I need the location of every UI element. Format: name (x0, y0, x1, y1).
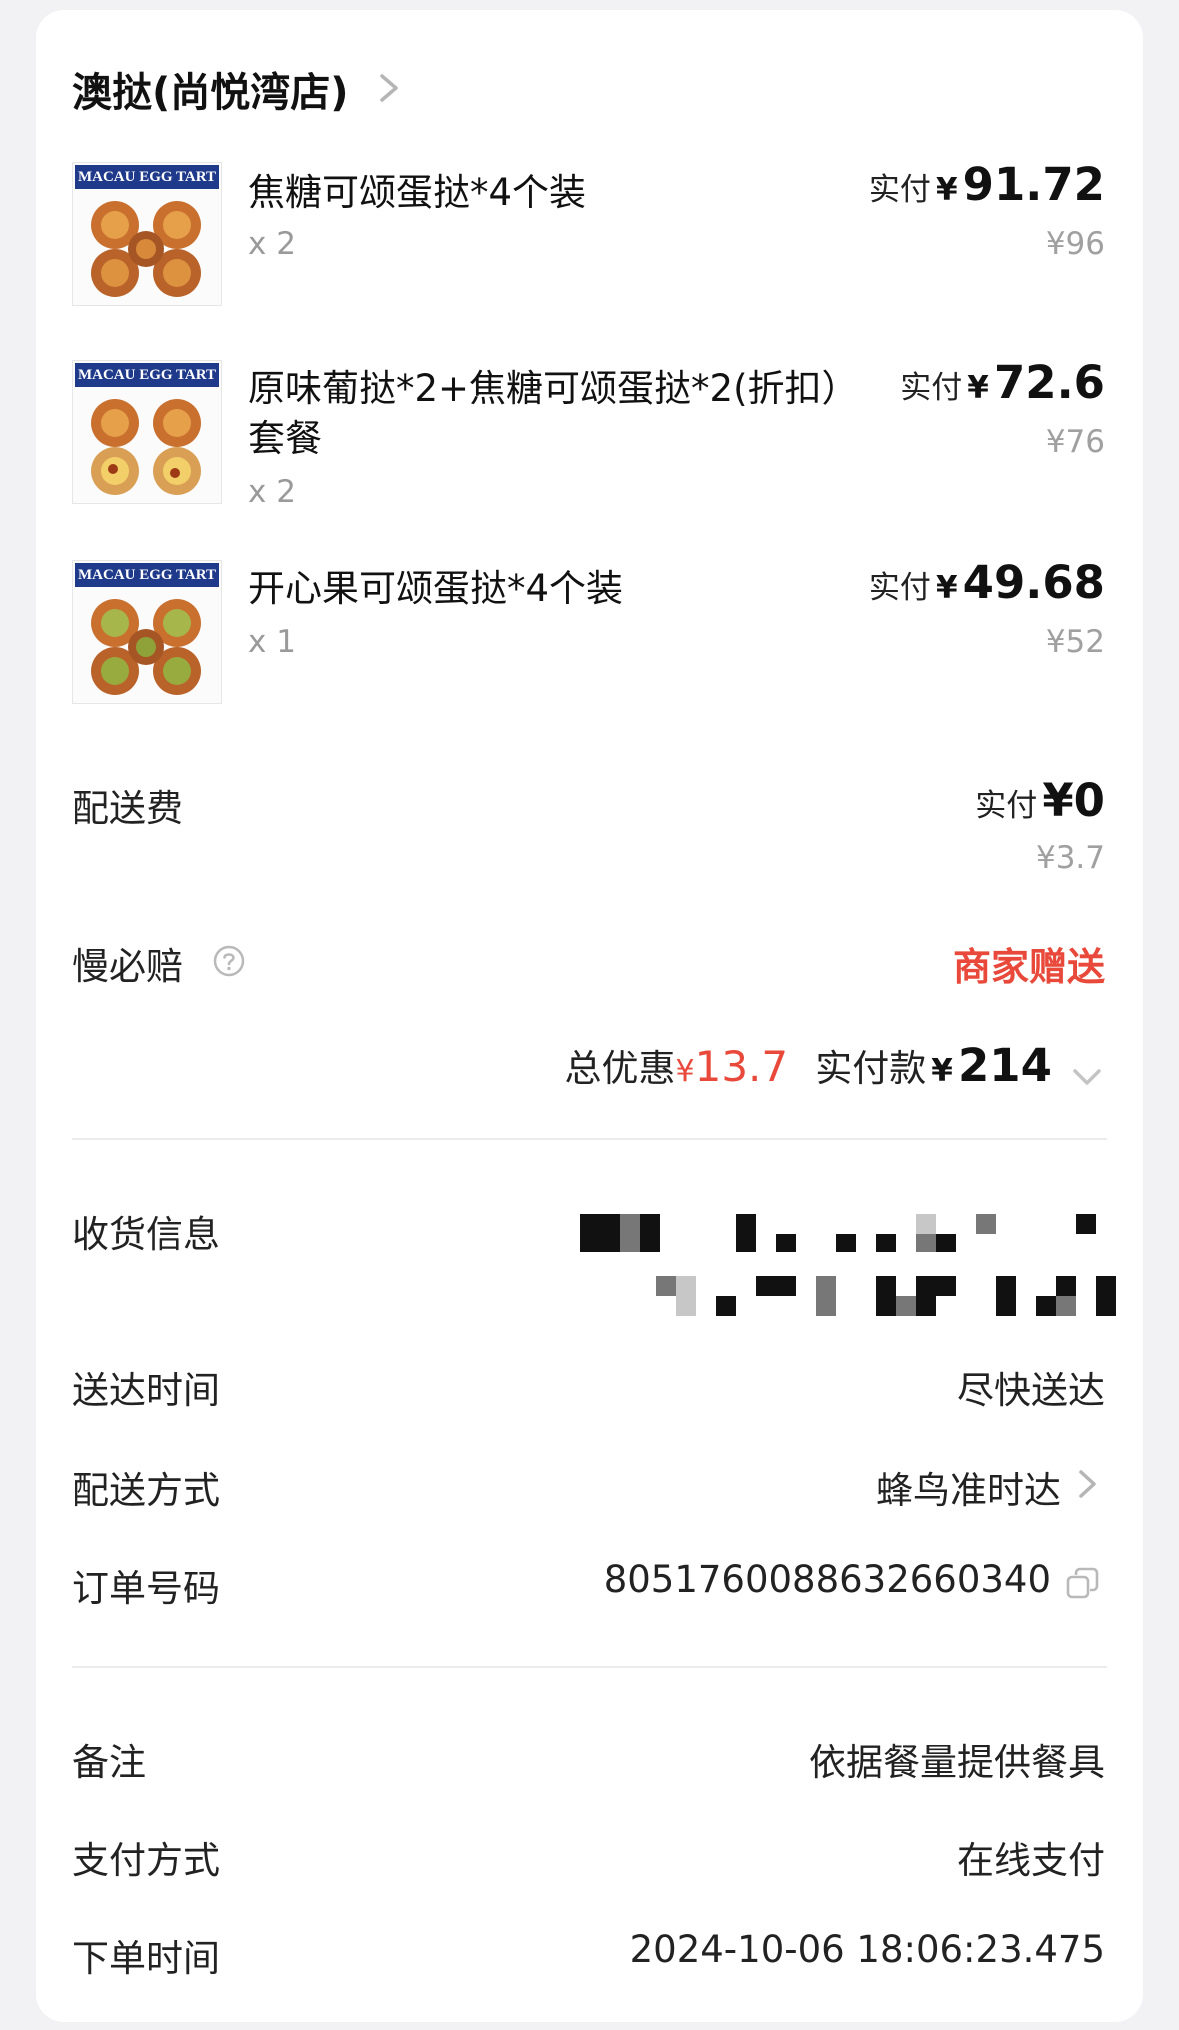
divider (72, 1666, 1107, 1668)
product-image-banner: MACAU EGG TART (75, 363, 219, 387)
paid-label: 实付 (975, 788, 1038, 824)
discount-label: 总优惠 (564, 1047, 676, 1090)
chevron-down-icon[interactable] (1067, 1057, 1107, 1097)
item-original-price: ¥76 (1045, 424, 1105, 460)
item-name: 开心果可颂蛋挞*4个装 (248, 567, 624, 610)
product-image[interactable]: MACAU EGG TART (72, 162, 222, 306)
slow-compensation-value: 商家赠送 (952, 945, 1105, 989)
delivery-method-label: 配送方式 (72, 1469, 220, 1512)
item-original-price: ¥52 (1045, 624, 1105, 660)
payment-method-label: 支付方式 (72, 1839, 220, 1882)
item-name: 原味葡挞*2+焦糖可颂蛋挞*2(折扣）套餐 (248, 367, 841, 460)
product-image[interactable]: MACAU EGG TART (72, 360, 222, 504)
paid-label: 实付 (900, 370, 963, 406)
paid-value: 91.72 (962, 158, 1105, 211)
payment-method-value: 在线支付 (957, 1839, 1105, 1882)
slow-compensation-label: 慢必赔 (72, 945, 183, 988)
order-detail-card: 澳挞(尚悦湾店) MACAU EGG TART 焦糖可颂蛋挞*4个装 x 2 实… (36, 10, 1143, 2022)
pay-total-label: 实付款 (815, 1047, 927, 1090)
delivery-fee-label: 配送费 (72, 787, 183, 830)
currency-symbol: ¥ (935, 172, 958, 208)
item-quantity: x 2 (248, 474, 296, 510)
paid-value: ¥0 (1042, 774, 1105, 827)
receiver-label: 收货信息 (72, 1213, 220, 1256)
paid-label: 实付 (868, 570, 931, 606)
paid-label: 实付 (868, 172, 931, 208)
egg-tart-illustration (91, 201, 201, 297)
chevron-right-icon[interactable] (1069, 1464, 1105, 1504)
item-quantity: x 1 (248, 624, 296, 660)
delivery-time-label: 送达时间 (72, 1369, 220, 1412)
currency-symbol: ¥ (931, 1053, 953, 1089)
question-circle-icon[interactable] (212, 944, 246, 978)
item-original-price: ¥96 (1045, 226, 1105, 262)
item-paid-price: 实付 ¥ 49.68 (869, 556, 1105, 609)
discount-value: 13.7 (694, 1042, 789, 1091)
delivery-method-value[interactable]: 蜂鸟准时达 (876, 1460, 1061, 1514)
chevron-right-icon[interactable] (370, 68, 408, 108)
paid-value: 72.6 (993, 356, 1105, 409)
shop-name[interactable]: 澳挞(尚悦湾店) (72, 60, 349, 118)
item-paid-price: 实付 ¥ 91.72 (869, 158, 1105, 211)
remark-label: 备注 (72, 1741, 146, 1784)
order-time-value: 2024-10-06 18:06:23.475 (629, 1928, 1105, 1971)
currency-symbol: ¥ (935, 570, 958, 606)
divider (72, 1138, 1107, 1140)
order-number-value: 8051760088632660340 (603, 1558, 1051, 1601)
remark-value: 依据餐量提供餐具 (809, 1741, 1105, 1784)
redacted-receiver-info (556, 1204, 1116, 1326)
item-quantity: x 2 (248, 226, 296, 262)
totals-summary[interactable]: 总优惠¥13.7 实付款 ¥ 214 (565, 1038, 1108, 1097)
product-image-banner: MACAU EGG TART (75, 165, 219, 189)
item-name: 焦糖可颂蛋挞*4个装 (248, 171, 587, 214)
order-number-label: 订单号码 (72, 1567, 220, 1610)
product-image-banner: MACAU EGG TART (75, 563, 219, 587)
delivery-fee-paid: 实付 ¥0 (975, 774, 1105, 827)
delivery-fee-original: ¥3.7 (1035, 840, 1105, 876)
egg-tart-illustration (91, 399, 201, 495)
order-time-label: 下单时间 (72, 1937, 220, 1980)
currency-symbol: ¥ (675, 1054, 695, 1089)
product-image[interactable]: MACAU EGG TART (72, 560, 222, 704)
paid-value: 49.68 (962, 556, 1105, 609)
currency-symbol: ¥ (967, 370, 989, 406)
copy-icon[interactable] (1063, 1564, 1103, 1604)
pay-total-value: 214 (957, 1039, 1052, 1092)
delivery-time-value: 尽快送达 (957, 1369, 1105, 1412)
item-paid-price: 实付 ¥ 72.6 (900, 356, 1105, 409)
egg-tart-illustration (91, 599, 201, 695)
